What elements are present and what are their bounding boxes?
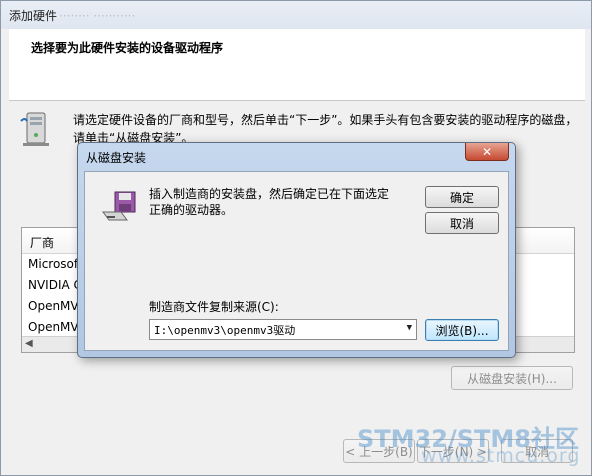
install-disk-icon (102, 191, 136, 221)
source-path-combobox[interactable]: I:\openmv3\openmv3驱动 ▼ (149, 319, 417, 340)
source-path-value[interactable]: I:\openmv3\openmv3驱动 (154, 324, 295, 337)
ok-button[interactable]: 确定 (425, 186, 499, 208)
window-title: 添加硬件 (9, 9, 58, 23)
window-title-blurred: ········ ··········· (59, 9, 136, 23)
dialog-message: 插入制造商的安装盘，然后确定已在下面选定正确的驱动器。 (149, 187, 390, 217)
close-icon[interactable]: ✕ (465, 143, 509, 161)
dialog-body: 插入制造商的安装盘，然后确定已在下面选定正确的驱动器。 确定 取消 制造商文件复… (84, 171, 509, 351)
browse-button[interactable]: 浏览(B)... (425, 319, 499, 341)
install-from-disk-dialog: 从磁盘安装 ✕ 插入制造商的安装盘，然后确定已在下面选定正确的驱动器。 确定 取… (77, 142, 516, 358)
computer-tower-icon (20, 112, 49, 146)
wizard-heading: 选择要为此硬件安装的设备驱动程序 (31, 41, 224, 55)
source-label: 制造商文件复制来源(C): (149, 300, 279, 314)
watermark-sub: www.stmcu.org (421, 445, 581, 467)
wizard-header: 选择要为此硬件安装的设备驱动程序 (9, 29, 585, 101)
dialog-title: 从磁盘安装 (86, 151, 147, 165)
have-disk-button[interactable]: 从磁盘安装(H)... (451, 366, 573, 390)
scroll-left-icon[interactable]: ◀ (25, 338, 33, 349)
dialog-cancel-button[interactable]: 取消 (425, 212, 499, 234)
dropdown-arrow-icon[interactable]: ▼ (407, 323, 412, 333)
window-titlebar: 添加硬件 ········ ··········· (1, 1, 591, 29)
